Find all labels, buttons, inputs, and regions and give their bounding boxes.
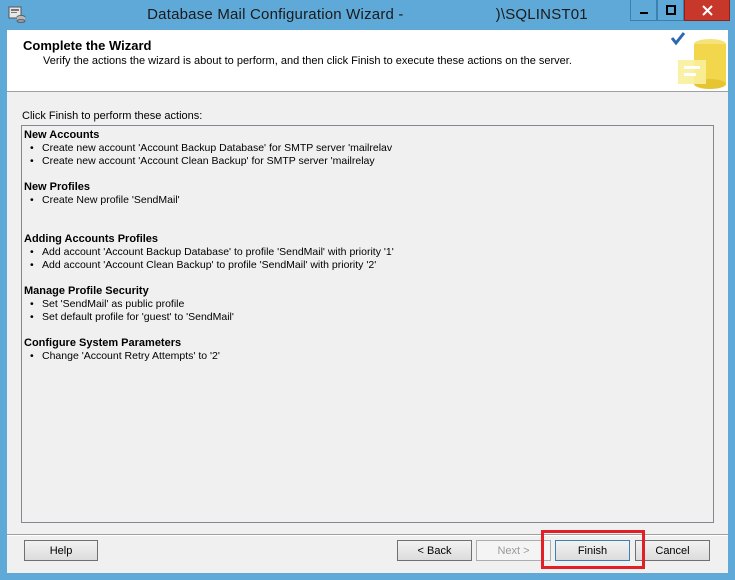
section-title: New Profiles bbox=[24, 181, 91, 193]
list-item: • Add account 'Account Clean Backup' to p… bbox=[30, 259, 377, 271]
finish-button[interactable]: Finish bbox=[555, 540, 630, 561]
help-button[interactable]: Help bbox=[24, 540, 98, 561]
bullet-icon: • bbox=[30, 194, 34, 206]
instruction-label: Click Finish to perform these actions: bbox=[22, 110, 203, 122]
title-bar[interactable]: Database Mail Configuration Wizard - )\SQ… bbox=[0, 0, 735, 30]
section-configure-system-parameters: Configure System Parameters • Change 'Acc… bbox=[24, 337, 713, 363]
section-title: Adding Accounts Profiles bbox=[24, 233, 159, 245]
wizard-window: Database Mail Configuration Wizard - )\SQ… bbox=[0, 0, 735, 580]
section-adding-accounts-profiles: Adding Accounts Profiles • Add account 'A… bbox=[24, 233, 713, 272]
list-item: • Create new account 'Account Backup Data… bbox=[30, 142, 393, 154]
bullet-icon: • bbox=[30, 155, 34, 167]
list-item: • Add account 'Account Backup Database' t… bbox=[30, 246, 394, 258]
window-title: Database Mail Configuration Wizard - )\SQ… bbox=[0, 6, 735, 23]
page-title: Complete the Wizard bbox=[23, 38, 152, 53]
list-item: • Set default profile for 'guest' to 'Sen… bbox=[30, 311, 234, 323]
bullet-icon: • bbox=[30, 350, 34, 362]
list-item: • Set 'SendMail' as public profile bbox=[30, 298, 185, 310]
wizard-header: Complete the Wizard Verify the actions t… bbox=[7, 30, 728, 92]
close-button[interactable] bbox=[684, 0, 730, 21]
bullet-icon: • bbox=[30, 298, 34, 310]
section-title: Manage Profile Security bbox=[24, 285, 149, 297]
section-title: New Accounts bbox=[24, 129, 100, 141]
bullet-icon: • bbox=[30, 311, 34, 323]
footer-divider bbox=[7, 534, 728, 536]
minimize-icon bbox=[639, 12, 648, 14]
list-item: • Change 'Account Retry Attempts' to '2' bbox=[30, 350, 220, 362]
minimize-button[interactable] bbox=[630, 0, 657, 21]
maximize-button[interactable] bbox=[657, 0, 684, 21]
bullet-icon: • bbox=[30, 259, 34, 271]
cancel-button[interactable]: Cancel bbox=[635, 540, 710, 561]
section-manage-profile-security: Manage Profile Security • Set 'SendMail' … bbox=[24, 285, 713, 324]
actions-list[interactable]: New Accounts • Create new account 'Accoun… bbox=[21, 125, 714, 523]
wizard-complete-icon bbox=[664, 30, 728, 91]
page-subtitle: Verify the actions the wizard is about t… bbox=[43, 55, 572, 67]
list-item: • Create New profile 'SendMail' bbox=[30, 194, 180, 206]
section-new-profiles: New Profiles • Create New profile 'SendMa… bbox=[24, 181, 713, 207]
bullet-icon: • bbox=[30, 142, 34, 154]
section-new-accounts: New Accounts • Create new account 'Accoun… bbox=[24, 129, 713, 168]
window-title-right: )\SQLINST01 bbox=[495, 6, 588, 23]
maximize-icon bbox=[665, 5, 676, 15]
window-title-left: Database Mail Configuration Wizard - bbox=[147, 6, 404, 23]
wizard-client-area: Complete the Wizard Verify the actions t… bbox=[7, 30, 728, 573]
bullet-icon: • bbox=[30, 246, 34, 258]
section-title: Configure System Parameters bbox=[24, 337, 182, 349]
back-button[interactable]: < Back bbox=[397, 540, 472, 561]
list-item: • Create new account 'Account Clean Backu… bbox=[30, 155, 375, 167]
close-icon bbox=[701, 4, 713, 16]
next-button[interactable]: Next > bbox=[476, 540, 551, 561]
